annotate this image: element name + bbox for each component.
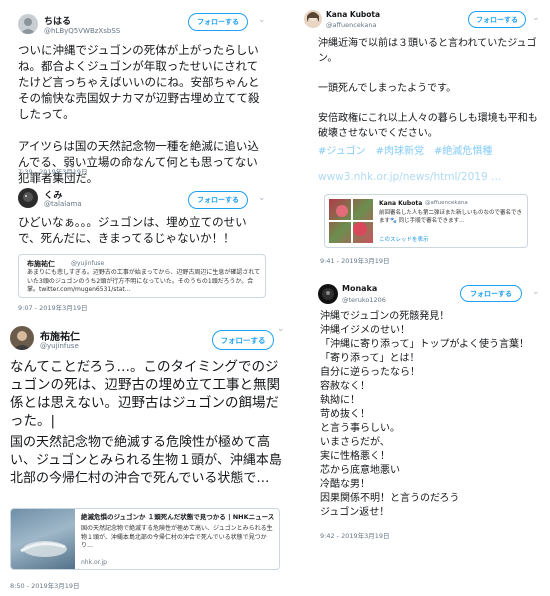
tweet-card-fuse: 布施祐仁 @yujinfuse フォローする ⌄ なんてことだろう…。このタイミ…	[0, 322, 286, 594]
quoted-user-name: Kana Kubota	[379, 200, 423, 207]
tweet-text-continued: 国の天然記念物で絶滅する危険性が極めて高い、ジュゴンとみられる生物１頭が、沖縄本…	[10, 435, 282, 486]
user-handle[interactable]: @talalama	[44, 200, 82, 208]
show-thread-link[interactable]: このスレッドを表示	[379, 235, 429, 243]
tweet-card-kumi: くみ @talalama フォローする ⌄ ひどいなぁ。。。ジュゴンは、埋め立て…	[8, 184, 278, 316]
avatar[interactable]	[18, 188, 38, 208]
tweet-text: 沖縄でジュゴンの死骸発見！ 沖縄イジメのせい！ 「沖縄に寄り添って」トップがよく…	[320, 311, 529, 518]
tweet-card-kana: Kana Kubota @affuencekana フォローする ⌄ 沖縄近海で…	[300, 6, 544, 272]
quoted-user-handle: @affuencekana	[425, 200, 468, 206]
quoted-user-handle: @yujinfuse	[71, 260, 105, 267]
hashtags[interactable]: #ジュゴン #肉球新党 #絶滅危惧種	[318, 144, 542, 159]
tweet-text: なんてことだろう…。このタイミングでのジュゴンの死は、辺野古の埋め立て工事と無関…	[10, 359, 280, 429]
follow-button[interactable]: フォローする	[460, 285, 522, 302]
quoted-tweet[interactable]: 布施祐仁 @yujinfuse あまりにも悲しすぎる。辺野古の工事が始まってから…	[18, 254, 266, 298]
tweet-text: 沖縄近海で以前は３頭いると言われていたジュゴン。 一頭死んでしまったようです。 …	[318, 38, 538, 139]
chevron-down-icon[interactable]: ⌄	[532, 13, 540, 23]
user-name[interactable]: 布施祐仁	[40, 328, 80, 343]
quoted-text: 前回審名した人も第二弾ほまた新しいものなので審名できます🐾 同じ手順で審名できま…	[379, 210, 523, 224]
quoted-user-name: 布施祐仁	[27, 260, 55, 268]
user-handle[interactable]: @yujinfuse	[40, 342, 79, 350]
user-name[interactable]: ちはる	[44, 14, 71, 27]
avatar[interactable]	[304, 10, 322, 28]
chevron-down-icon[interactable]: ⌄	[532, 287, 540, 297]
tweet-card-chiharu: ちはる @hLByQ5VWBzXsbSS フォローする ⌄ ついに沖縄でジュゴン…	[8, 8, 278, 185]
tweet-text: ひどいなぁ。。。ジュゴンは、埋め立てのせいで、死んだに、きまってるじゃないか！！	[18, 215, 247, 245]
card-thumbnail	[11, 509, 75, 569]
tweet-text: ついに沖縄でジュゴンの死体が上がったらしいね。都合よくジュゴンが年取ったせいにさ…	[18, 43, 260, 185]
article-link[interactable]: www3.nhk.or.jp/news/html/2019 …	[318, 170, 542, 185]
chevron-down-icon[interactable]: ⌄	[258, 193, 266, 203]
timestamp[interactable]: 9:42 - 2019年3月19日	[320, 530, 390, 540]
user-name[interactable]: Monaka	[342, 284, 377, 293]
timestamp[interactable]: 9:07 - 2019年3月19日	[18, 302, 88, 312]
avatar[interactable]	[10, 326, 34, 350]
chevron-down-icon[interactable]: ⌄	[277, 324, 285, 334]
follow-button[interactable]: フォローする	[188, 191, 248, 209]
user-handle[interactable]: @teruko1206	[342, 296, 386, 304]
timestamp[interactable]: 9:41 - 2019年3月19日	[320, 255, 390, 265]
link-card[interactable]: 絶滅危惧のジュゴンか １頭死んだ状態で見つかる | NHKニュース 国の天然記念…	[10, 508, 280, 570]
user-handle[interactable]: @affuencekana	[326, 21, 377, 29]
user-name[interactable]: Kana Kubota	[326, 10, 380, 19]
avatar[interactable]	[318, 284, 338, 304]
card-domain: nhk.or.jp	[81, 559, 107, 566]
tweet-card-monaka: Monaka @teruko1206 フォローする ⌄ 沖縄でジュゴンの死骸発見…	[300, 280, 544, 542]
follow-button[interactable]: フォローする	[188, 13, 248, 31]
follow-button[interactable]: フォローする	[212, 330, 274, 350]
quoted-image	[329, 199, 373, 243]
quoted-tweet[interactable]: Kana Kubota @affuencekana 前回審名した人も第二弾ほまた…	[324, 194, 528, 248]
avatar[interactable]	[18, 14, 38, 34]
quoted-text: あまりにも悲しすぎる。辺野古の工事が始まってから、辺野古周辺に生息が確認されてい…	[27, 269, 261, 293]
card-title: 絶滅危惧のジュゴンか １頭死んだ状態で見つかる | NHKニュース	[81, 513, 275, 521]
timestamp[interactable]: 8:50 - 2019年3月19日	[10, 580, 80, 590]
user-handle[interactable]: @hLByQ5VWBzXsbSS	[44, 27, 120, 35]
chevron-down-icon[interactable]: ⌄	[258, 15, 266, 25]
timestamp[interactable]: 7:39 - 2019年3月19日	[18, 166, 88, 176]
card-description: 国の天然記念物で絶滅する危険性が極めて高い、ジュゴンとみられる生物１頭が、沖縄本…	[81, 525, 273, 549]
follow-button[interactable]: フォローする	[468, 11, 526, 28]
